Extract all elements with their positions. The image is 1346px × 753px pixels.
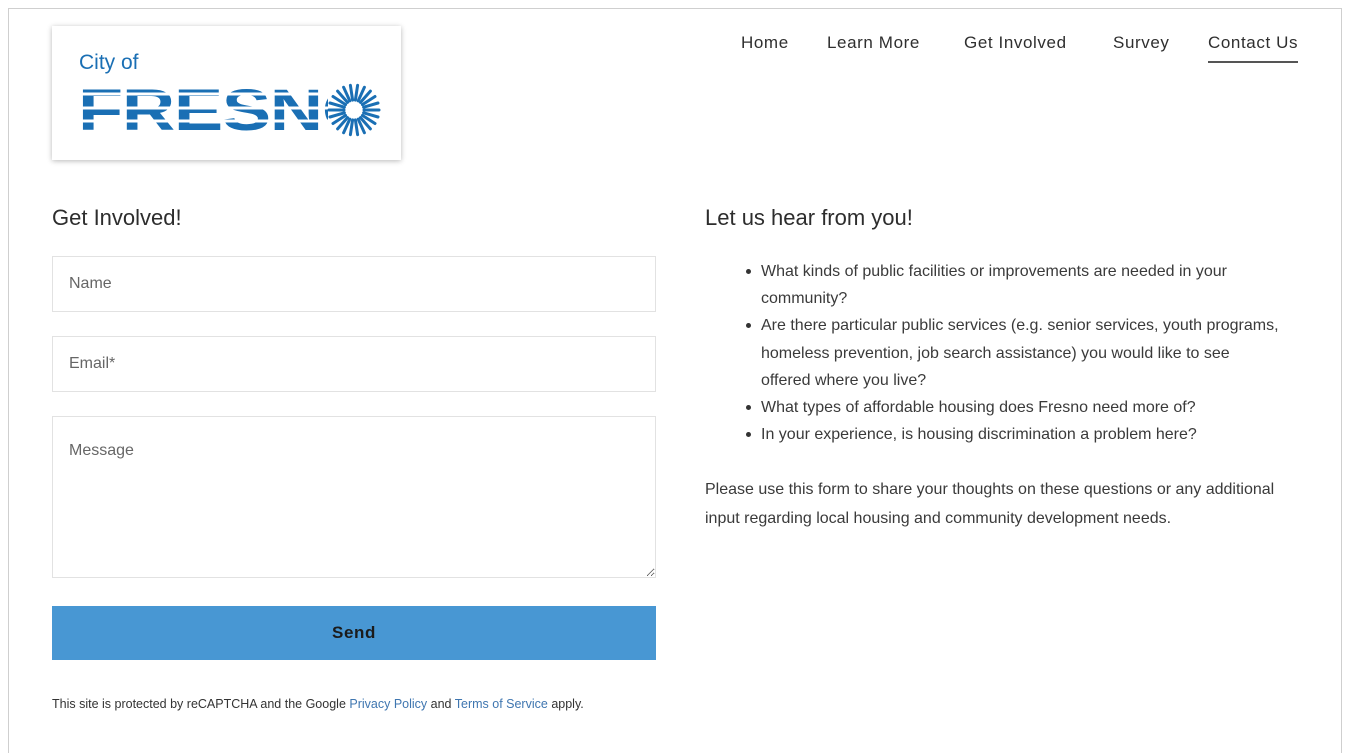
recaptcha-prefix: This site is protected by reCAPTCHA and … xyxy=(52,697,350,711)
terms-of-service-link[interactable]: Terms of Service xyxy=(455,697,548,711)
form-heading: Get Involved! xyxy=(52,205,182,230)
question-item: Are there particular public services (e.… xyxy=(746,312,1281,394)
privacy-policy-link[interactable]: Privacy Policy xyxy=(349,697,427,711)
email-input[interactable] xyxy=(52,336,656,392)
nav-contact-us[interactable]: Contact Us xyxy=(1208,33,1299,63)
message-textarea[interactable] xyxy=(52,416,656,578)
info-heading: Let us hear from you! xyxy=(705,205,913,230)
nav-home[interactable]: Home xyxy=(741,33,789,61)
main-nav: Home Learn More Get Involved Survey Cont… xyxy=(0,33,1346,73)
send-button[interactable]: Send xyxy=(52,606,656,660)
nav-get-involved[interactable]: Get Involved xyxy=(964,33,1067,61)
nav-survey[interactable]: Survey xyxy=(1113,33,1170,61)
name-input[interactable] xyxy=(52,256,656,312)
recaptcha-notice: This site is protected by reCAPTCHA and … xyxy=(52,697,584,711)
recaptcha-suffix: apply. xyxy=(547,697,584,711)
questions-list: What kinds of public facilities or impro… xyxy=(746,258,1281,448)
info-paragraph: Please use this form to share your thoug… xyxy=(705,481,1275,527)
recaptcha-and: and xyxy=(427,697,455,711)
nav-learn-more[interactable]: Learn More xyxy=(827,33,920,61)
question-item: What kinds of public facilities or impro… xyxy=(746,258,1281,312)
question-item: What types of affordable housing does Fr… xyxy=(746,394,1281,421)
question-item: In your experience, is housing discrimin… xyxy=(746,421,1281,448)
